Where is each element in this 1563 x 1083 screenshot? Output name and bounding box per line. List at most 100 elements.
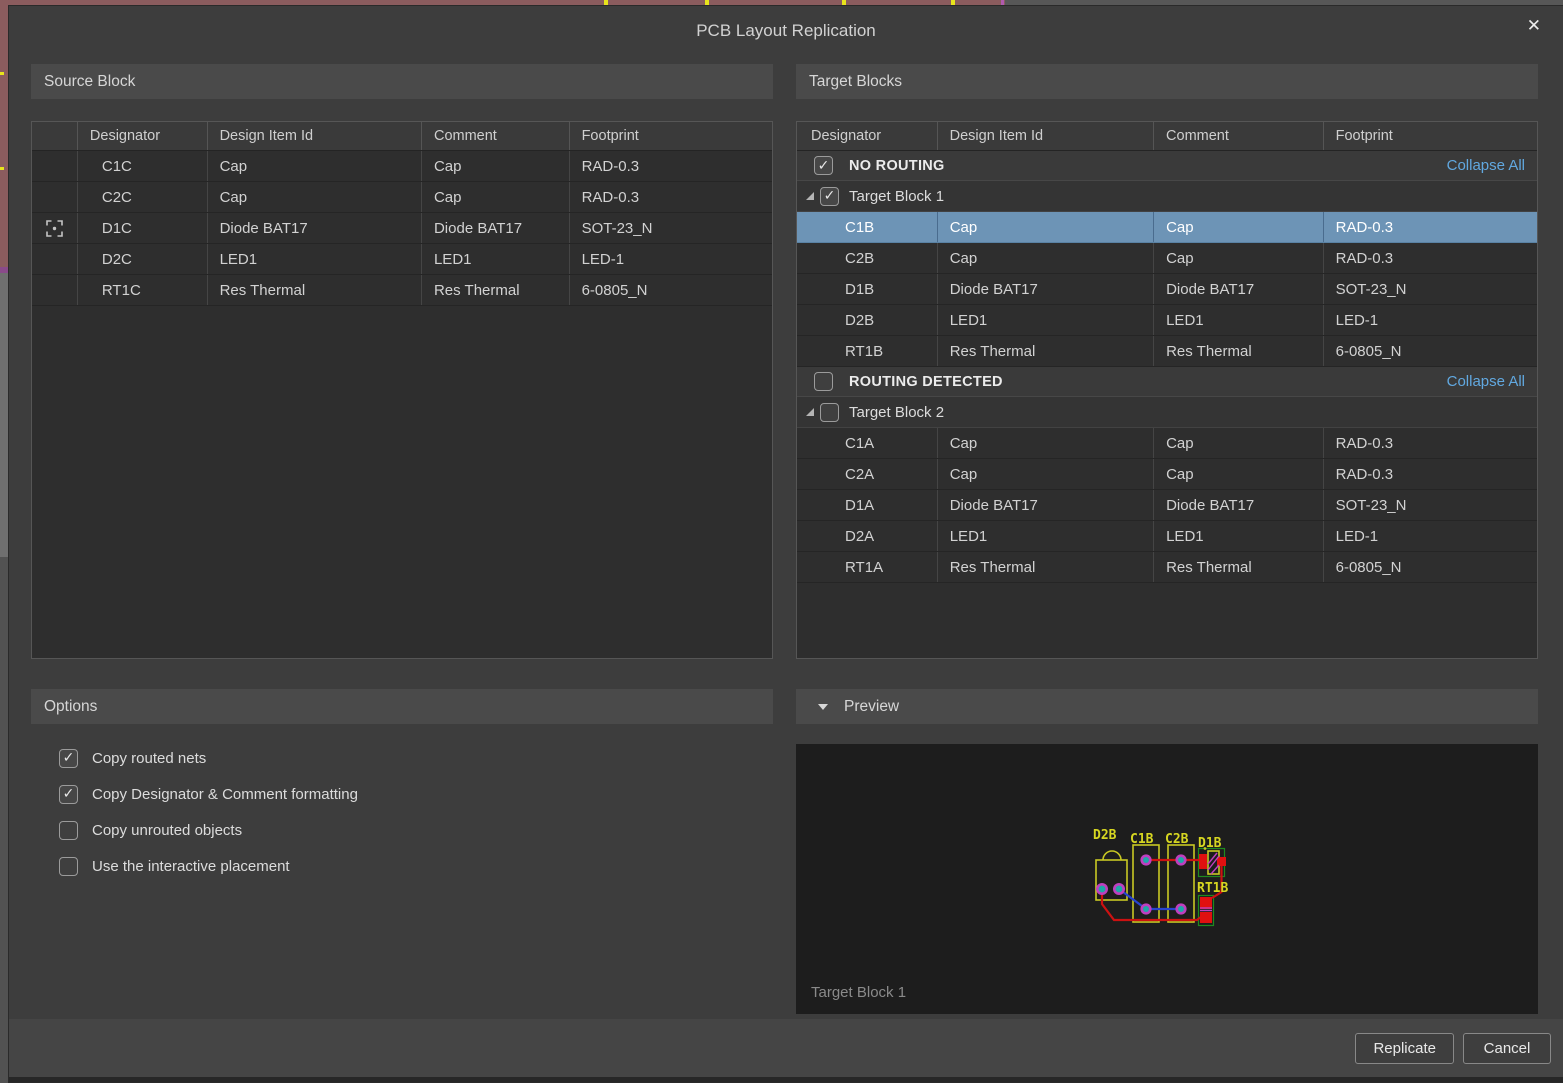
options-list: ✓Copy routed nets✓Copy Designator & Comm…: [31, 740, 773, 884]
target-table-row[interactable]: D2ALED1LED1LED-1: [797, 521, 1537, 552]
expander-icon[interactable]: [806, 192, 814, 200]
option-row: ✓Copy routed nets: [59, 740, 773, 776]
cell-comment: LED1: [421, 244, 569, 274]
cell-design_item_id: Cap: [937, 459, 1153, 489]
options-header: Options: [31, 689, 773, 724]
chevron-down-icon: [818, 704, 828, 710]
cancel-button[interactable]: Cancel: [1463, 1033, 1551, 1064]
collapse-all-link[interactable]: Collapse All: [1447, 373, 1525, 390]
target-table-row[interactable]: D2BLED1LED1LED-1: [797, 305, 1537, 336]
target-table-row[interactable]: RT1BRes ThermalRes Thermal6-0805_N: [797, 336, 1537, 367]
cell-design_item_id: Res Thermal: [207, 275, 421, 305]
cell-comment: Res Thermal: [421, 275, 569, 305]
option-label: Copy Designator & Comment formatting: [92, 786, 358, 803]
row-icon-cell: [32, 151, 77, 181]
source-table-row[interactable]: RT1CRes ThermalRes Thermal6-0805_N: [32, 275, 772, 306]
group-checkbox[interactable]: [814, 372, 833, 391]
cell-comment: Res Thermal: [1153, 336, 1323, 366]
source-table-row[interactable]: D2CLED1LED1LED-1: [32, 244, 772, 275]
cell-designator: C1C: [77, 151, 207, 181]
option-row: ✓ Copy Designator & Comment formatting: [59, 776, 773, 812]
cell-design_item_id: Cap: [207, 182, 421, 212]
target-table-row[interactable]: D1ADiode BAT17Diode BAT17SOT-23_N: [797, 490, 1537, 521]
cell-design_item_id: Diode BAT17: [207, 213, 421, 243]
collapse-all-link[interactable]: Collapse All: [1447, 157, 1525, 174]
dialog-footer: Replicate Cancel: [9, 1019, 1563, 1077]
cell-comment: Diode BAT17: [421, 213, 569, 243]
cell-design_item_id: Cap: [207, 151, 421, 181]
header-cell-footprint: Footprint: [569, 122, 772, 150]
pcb-label: RT1B: [1197, 881, 1228, 896]
header-cell-comment: Comment: [1153, 122, 1323, 150]
cell-designator: D2B: [797, 305, 937, 335]
target-table-row[interactable]: RT1ARes ThermalRes Thermal6-0805_N: [797, 552, 1537, 583]
source-table-row[interactable]: C1CCapCapRAD-0.3: [32, 151, 772, 182]
source-block-header: Source Block: [31, 64, 773, 99]
cell-design_item_id: LED1: [207, 244, 421, 274]
header-cell-comment: Comment: [421, 122, 569, 150]
cell-design_item_id: Cap: [937, 243, 1153, 273]
dialog-bottom-edge: [9, 1077, 1563, 1082]
cell-comment: Cap: [1153, 243, 1323, 273]
cell-comment: Cap: [421, 151, 569, 181]
replicate-button[interactable]: Replicate: [1355, 1033, 1454, 1064]
row-icon-cell: [32, 182, 77, 212]
pcb-pad-tick: [0, 72, 4, 75]
cell-comment: Diode BAT17: [1153, 490, 1323, 520]
option-checkbox[interactable]: ✓: [59, 749, 78, 768]
preview-canvas: D2B C1B C2B D1B RT1B Target Block 1: [796, 744, 1538, 1014]
option-label: Use the interactive placement: [92, 858, 290, 875]
cell-footprint: LED-1: [569, 244, 772, 274]
expander-icon[interactable]: [806, 408, 814, 416]
block-checkbox[interactable]: [820, 403, 839, 422]
option-row: Copy unrouted objects: [59, 812, 773, 848]
target-table-row[interactable]: D1BDiode BAT17Diode BAT17SOT-23_N: [797, 274, 1537, 305]
source-column: Source Block DesignatorDesign Item IdCom…: [31, 64, 773, 1014]
target-table-row[interactable]: C1BCapCapRAD-0.3: [797, 212, 1537, 243]
group-checkbox[interactable]: ✓: [814, 156, 833, 175]
cell-designator: C2C: [77, 182, 207, 212]
header-cell-design_item_id: Design Item Id: [937, 122, 1153, 150]
check-icon: ✓: [818, 158, 830, 172]
option-checkbox[interactable]: ✓: [59, 785, 78, 804]
preview-caption: Target Block 1: [811, 984, 906, 1001]
block-label: Target Block 1: [849, 188, 944, 205]
preview-header[interactable]: Preview: [796, 689, 1538, 724]
source-table-row[interactable]: D1CDiode BAT17Diode BAT17SOT-23_N: [32, 213, 772, 244]
cell-designator: RT1A: [797, 552, 937, 582]
cell-comment: LED1: [1153, 521, 1323, 551]
check-icon: ✓: [63, 750, 75, 764]
option-checkbox[interactable]: [59, 857, 78, 876]
cell-designator: D1B: [797, 274, 937, 304]
group-label: ROUTING DETECTED: [849, 374, 1003, 390]
cell-comment: Res Thermal: [1153, 552, 1323, 582]
cell-design_item_id: Cap: [937, 428, 1153, 458]
check-icon: ✓: [824, 188, 836, 202]
cell-designator: C1A: [797, 428, 937, 458]
cell-footprint: RAD-0.3: [1323, 428, 1537, 458]
cell-design_item_id: Res Thermal: [937, 552, 1153, 582]
header-cell-designator: Designator: [797, 122, 937, 150]
option-checkbox[interactable]: [59, 821, 78, 840]
block-row: ✓ Target Block 1: [797, 181, 1537, 212]
source-table: DesignatorDesign Item IdCommentFootprint…: [31, 121, 773, 659]
pcb-preview-graphic: D2B C1B C2B D1B RT1B: [1084, 820, 1254, 930]
source-table-header-row: DesignatorDesign Item IdCommentFootprint: [32, 122, 772, 151]
dialog-title-bar: PCB Layout Replication ✕: [9, 6, 1563, 55]
close-icon[interactable]: ✕: [1527, 17, 1541, 34]
cell-comment: Cap: [1153, 459, 1323, 489]
row-icon-cell: [32, 244, 77, 274]
target-table-row[interactable]: C1ACapCapRAD-0.3: [797, 428, 1537, 459]
target-table-row[interactable]: C2ACapCapRAD-0.3: [797, 459, 1537, 490]
group-label: NO ROUTING: [849, 158, 945, 174]
block-checkbox[interactable]: ✓: [820, 187, 839, 206]
pcb-label: D2B: [1093, 828, 1117, 843]
cell-design_item_id: Res Thermal: [937, 336, 1153, 366]
cell-footprint: 6-0805_N: [1323, 336, 1537, 366]
cell-design_item_id: Diode BAT17: [937, 490, 1153, 520]
source-table-body: C1CCapCapRAD-0.3C2CCapCapRAD-0.3D1CDiode…: [32, 151, 772, 306]
cell-footprint: LED-1: [1323, 521, 1537, 551]
target-table-row[interactable]: C2BCapCapRAD-0.3: [797, 243, 1537, 274]
cell-footprint: 6-0805_N: [1323, 552, 1537, 582]
source-table-row[interactable]: C2CCapCapRAD-0.3: [32, 182, 772, 213]
